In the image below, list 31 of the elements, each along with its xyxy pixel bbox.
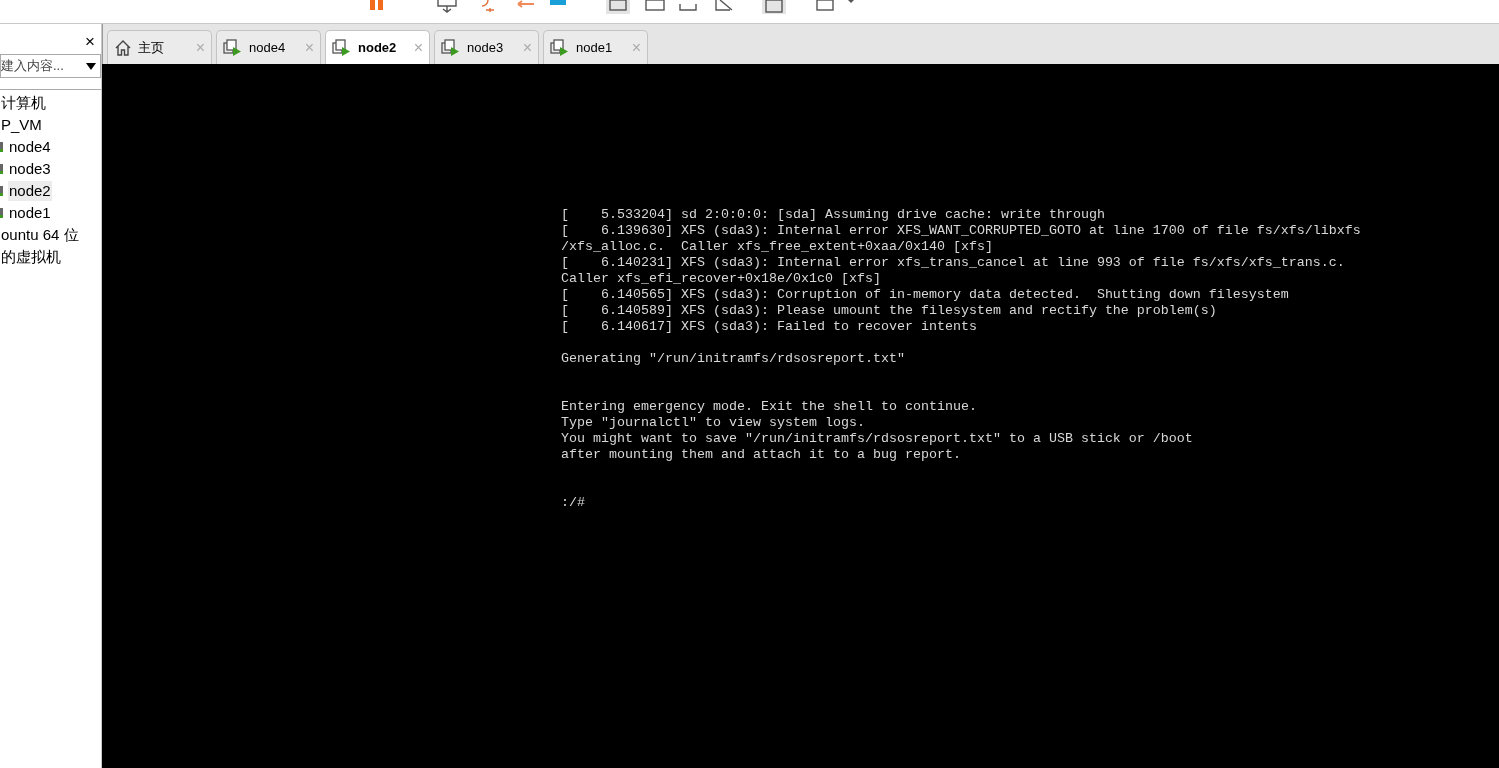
- tab[interactable]: 主页 ×: [107, 30, 212, 64]
- console-line: Entering emergency mode. Exit the shell to continue.: [561, 399, 977, 415]
- tree-item[interactable]: node2: [8, 181, 52, 201]
- console-line: /xfs_alloc.c. Caller xfs_free_extent+0xaa/0x140 [xfs]: [561, 239, 993, 255]
- console-line: [ 6.140617] XFS (sda3): Failed to recover intents: [561, 319, 977, 335]
- console-line: :/#: [561, 495, 585, 511]
- dropdown-icon: [86, 62, 96, 70]
- tree-item[interactable]: P_VM: [0, 115, 43, 135]
- tree-item[interactable]: node4: [8, 137, 52, 157]
- tree-item[interactable]: ountu 64 位: [0, 225, 80, 245]
- tab[interactable]: node2 ×: [325, 30, 430, 64]
- console-line: [ 6.140565] XFS (sda3): Corruption of in-memory data detected. Shutting down filesystem: [561, 287, 1289, 303]
- console-line: Generating "/run/initramfs/rdsosreport.txt": [561, 351, 905, 367]
- console-line: You might want to save "/run/initramfs/rdsosreport.txt" to a USB stick or /boot: [561, 431, 1193, 447]
- tree-item[interactable]: node1: [8, 203, 52, 223]
- close-button[interactable]: ×: [85, 32, 95, 52]
- console-line: Caller xfs_efi_recover+0x18e/0x1c0 [xfs]: [561, 271, 881, 287]
- tree-item[interactable]: node3: [8, 159, 52, 179]
- tree-item[interactable]: 的虚拟机: [0, 247, 62, 267]
- tree-item[interactable]: 计算机: [0, 93, 47, 113]
- console-line: Type "journalctl" to view system logs.: [561, 415, 865, 431]
- home-icon: [114, 38, 132, 57]
- console-line: [ 6.139630] XFS (sda3): Internal error XFS_WANT_CORRUPTED_GOTO at line 1700 of file fs/xfs/libxfs: [561, 223, 1361, 239]
- tab[interactable]: node1 ×: [543, 30, 648, 64]
- console-line: [ 6.140231] XFS (sda3): Internal error xfs_trans_cancel at line 993 of file fs/xfs/xfs_trans.c.: [561, 255, 1345, 271]
- search-field[interactable]: 建入内容...: [0, 54, 101, 78]
- tab[interactable]: node3 ×: [434, 30, 539, 64]
- tab[interactable]: node4 ×: [216, 30, 321, 64]
- console-line: after mounting them and attach it to a bug report.: [561, 447, 961, 463]
- console-line: [ 6.140589] XFS (sda3): Please umount the filesystem and rectify the problem(s): [561, 303, 1217, 319]
- console-line: [ 5.533204] sd 2:0:0:0: [sda] Assuming drive cache: write through: [561, 207, 1105, 223]
